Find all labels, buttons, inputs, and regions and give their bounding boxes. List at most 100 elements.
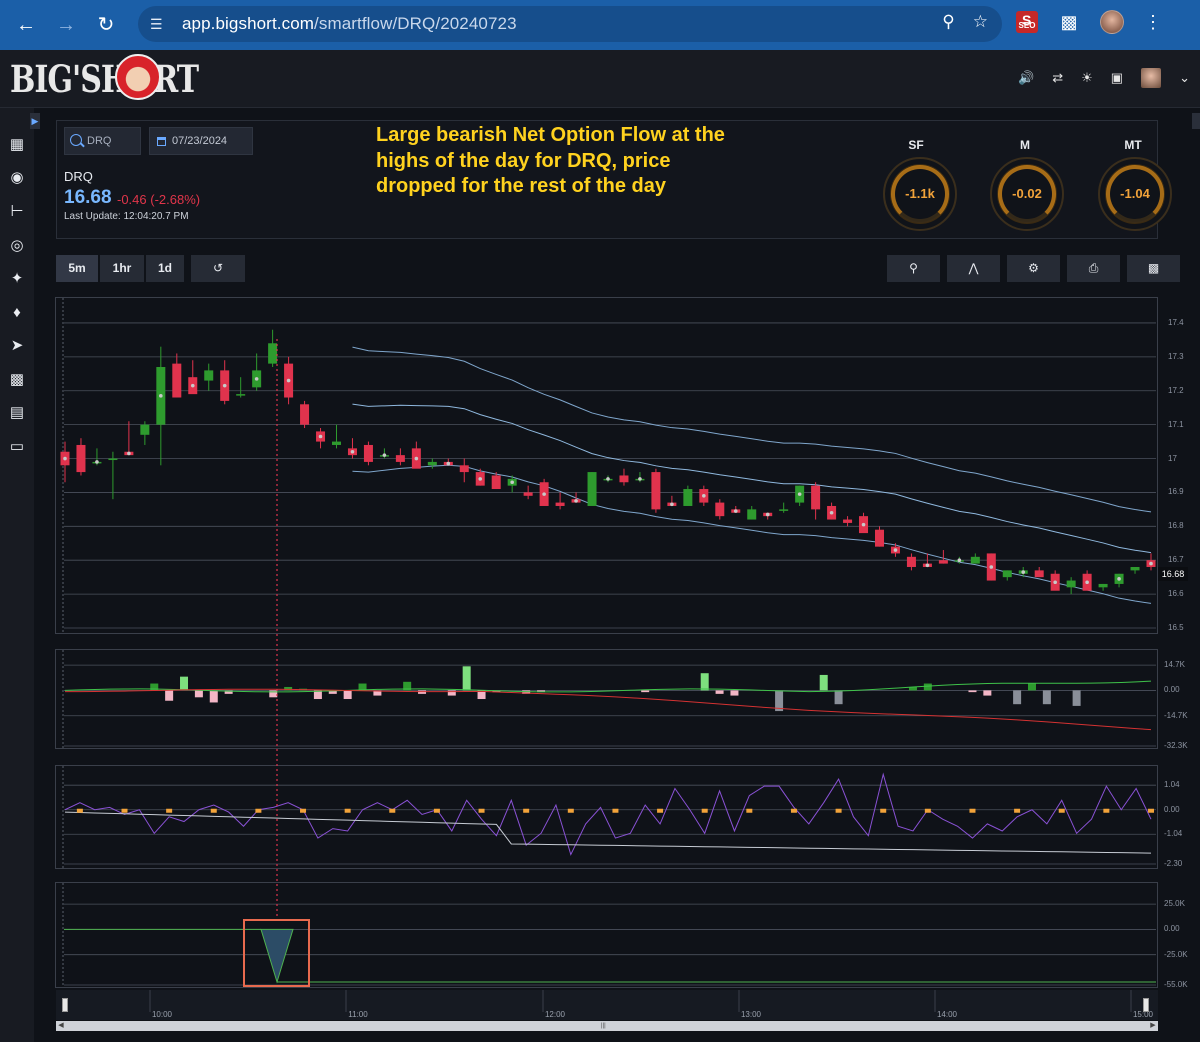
calendar-icon xyxy=(157,137,166,146)
indicators-button[interactable]: ⋀ xyxy=(947,255,1000,282)
osc-bar xyxy=(612,808,619,813)
seo-extension-icon[interactable]: SEO xyxy=(1016,5,1038,35)
flow-dot xyxy=(1117,577,1121,581)
swap-icon[interactable]: ⇄ xyxy=(1052,70,1063,86)
print-button[interactable]: ⎙ xyxy=(1067,255,1120,282)
cumulative-flow-chart[interactable] xyxy=(56,883,1157,987)
sound-icon[interactable]: 🔊 xyxy=(1018,70,1034,86)
history-button[interactable]: ↺ xyxy=(191,255,245,282)
flow-dot xyxy=(478,477,483,481)
candle-body xyxy=(172,363,182,398)
scroll-grip-icon[interactable]: ||| xyxy=(601,1023,607,1029)
y-tick-label: -32.3K xyxy=(1164,741,1188,750)
y-tick-label: 0.00 xyxy=(1164,924,1180,934)
chevron-down-icon[interactable]: ⌄ xyxy=(1179,70,1190,86)
flow-bar xyxy=(194,690,203,698)
flow-dot xyxy=(1149,561,1153,566)
symbol-search-input[interactable]: DRQ xyxy=(64,127,141,155)
flow-bar xyxy=(730,690,739,696)
trend-line xyxy=(64,811,1152,854)
net-flow-chart[interactable] xyxy=(56,650,1157,748)
address-bar[interactable]: ☰ app.bigshort.com/smartflow/DRQ/2024072… xyxy=(138,6,1002,42)
timeframe-5m-button[interactable]: 5m xyxy=(56,255,98,282)
scroll-left-arrow[interactable]: ◀ xyxy=(56,1021,66,1031)
cumulative-flow-panel[interactable] xyxy=(55,882,1158,988)
settings-button[interactable]: ⚙ xyxy=(1007,255,1060,282)
gauge-label-sf: SF xyxy=(908,138,924,152)
flow-dot xyxy=(286,378,291,383)
timeframe-1hr-button[interactable]: 1hr xyxy=(100,255,144,282)
date-picker[interactable]: 07/23/2024 xyxy=(149,127,253,155)
bar-chart-button[interactable]: ▩ xyxy=(1127,255,1180,282)
y-tick-label: 0.00 xyxy=(1164,685,1180,695)
bookmark-star-icon[interactable]: ☆ xyxy=(973,12,988,32)
rocket-icon[interactable]: ➤ xyxy=(7,336,27,356)
price-chart[interactable] xyxy=(56,298,1157,633)
ticker-symbol: DRQ xyxy=(64,169,93,184)
flow-tree-icon[interactable]: ⊢ xyxy=(7,202,27,222)
flow-bar xyxy=(1072,690,1081,706)
y-tick-label: 17.4 xyxy=(1168,317,1184,327)
print-icon: ⎙ xyxy=(1088,261,1099,275)
chat-icon[interactable]: ▣ xyxy=(1111,70,1123,86)
y-tick-label: -2.30 xyxy=(1164,859,1183,868)
browser-menu-icon[interactable]: ⋮ xyxy=(1144,12,1162,33)
flow-dot xyxy=(606,477,610,481)
candle-body xyxy=(1034,570,1044,578)
candle-body xyxy=(715,502,725,517)
oscillator-chart[interactable] xyxy=(56,766,1157,868)
bar-stats-icon[interactable]: ▩ xyxy=(7,370,27,390)
gauge-label-mt: MT xyxy=(1124,138,1142,152)
net-flow-panel[interactable] xyxy=(55,649,1158,749)
network-icon[interactable]: ✦ xyxy=(7,269,27,289)
eye-icon[interactable]: ◉ xyxy=(7,168,27,188)
target-icon[interactable]: ◎ xyxy=(7,236,27,256)
forward-arrow-icon[interactable]: → xyxy=(52,11,80,39)
navigator-track[interactable]: 10:00 11:00 12:00 13:00 14:00 15:00 xyxy=(56,990,1158,1020)
oscillator-panel[interactable] xyxy=(55,765,1158,869)
logo-mascot-icon xyxy=(115,54,161,100)
timeframe-1d-button[interactable]: 1d xyxy=(146,255,184,282)
osc-bar xyxy=(969,808,976,813)
flow-dot xyxy=(765,512,770,517)
osc-bar xyxy=(924,808,931,813)
lightbulb-icon[interactable]: ☀ xyxy=(1081,70,1093,86)
flow-bar xyxy=(983,690,992,696)
reload-icon[interactable]: ↻ xyxy=(92,11,120,39)
url-text[interactable]: app.bigshort.com/smartflow/DRQ/20240723 xyxy=(182,14,517,34)
zoom-icon: ⚲ xyxy=(909,261,918,275)
candle-body xyxy=(587,472,597,506)
candle-body xyxy=(140,424,150,435)
zoom-lens-icon[interactable]: ⚲ xyxy=(942,12,954,32)
chart-scrollbar[interactable]: ◀ ||| ▶ xyxy=(56,1021,1158,1031)
candle-body xyxy=(619,475,629,483)
flow-dot xyxy=(414,456,419,461)
osc-bar xyxy=(300,808,307,813)
right-panel-toggle[interactable] xyxy=(1192,113,1200,129)
crypto-icon[interactable]: ♦ xyxy=(7,303,27,323)
sidebar-toggle-icon[interactable]: ▶ xyxy=(30,113,40,129)
news-icon[interactable]: ▤ xyxy=(7,403,27,423)
cube-icon[interactable]: ▦ xyxy=(7,135,27,155)
osc-bar xyxy=(657,808,664,813)
extensions-puzzle-icon[interactable]: ▩ xyxy=(1058,11,1080,33)
highlight-box xyxy=(243,919,310,987)
price-chart-panel[interactable] xyxy=(55,297,1158,634)
site-settings-icon[interactable]: ☰ xyxy=(150,16,170,33)
zoom-button[interactable]: ⚲ xyxy=(887,255,940,282)
navigator-left-handle[interactable] xyxy=(62,998,68,1012)
candle-body xyxy=(970,556,980,564)
osc-bar xyxy=(880,808,887,813)
x-tick-label: 11:00 xyxy=(348,1010,368,1019)
scroll-right-arrow[interactable]: ▶ xyxy=(1148,1021,1158,1031)
books-icon[interactable]: ▭ xyxy=(7,437,27,457)
user-avatar[interactable] xyxy=(1141,68,1162,88)
back-arrow-icon[interactable]: ← xyxy=(12,11,40,39)
osc-bar xyxy=(1148,808,1154,813)
navigator-right-handle[interactable] xyxy=(1143,998,1149,1012)
flow-dot xyxy=(542,492,546,496)
flow-dot xyxy=(222,383,227,388)
flow-bar xyxy=(1013,690,1022,705)
profile-avatar[interactable] xyxy=(1100,10,1124,34)
app-logo[interactable]: BIG'SHORT xyxy=(10,58,199,102)
